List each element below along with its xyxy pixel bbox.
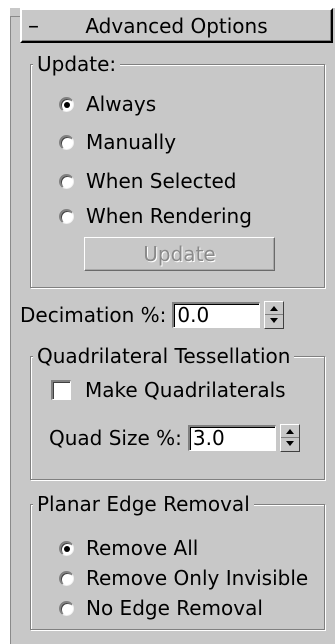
spinner-divider <box>280 437 299 438</box>
quad-size-label: Quad Size %: <box>49 426 182 450</box>
planar-group-legend: Planar Edge Removal <box>33 491 254 517</box>
remove-only-invisible-label: Remove Only Invisible <box>86 566 309 590</box>
radio-checked-icon[interactable] <box>59 96 74 112</box>
update-group: Update: Always Manually When Selected Wh… <box>30 51 325 288</box>
planar-edge-removal-group: Planar Edge Removal Remove All Remove On… <box>30 491 325 630</box>
quad-size-spinner-arrows[interactable] <box>279 424 300 452</box>
decimation-spinner-arrows[interactable] <box>264 301 285 329</box>
update-manually-label: Manually <box>86 130 177 154</box>
no-edge-removal-radio[interactable]: No Edge Removal <box>59 595 263 621</box>
remove-only-invisible-radio[interactable]: Remove Only Invisible <box>59 565 308 591</box>
decimation-input[interactable]: 0.0 <box>172 302 261 328</box>
remove-all-radio[interactable]: Remove All <box>59 535 198 561</box>
update-when-selected-radio[interactable]: When Selected <box>59 168 237 194</box>
radio-unchecked-icon[interactable] <box>59 208 74 224</box>
update-when-selected-label: When Selected <box>86 169 237 193</box>
update-button[interactable]: Update <box>84 237 275 271</box>
radio-unchecked-icon[interactable] <box>59 173 74 189</box>
update-when-rendering-radio[interactable]: When Rendering <box>59 203 252 229</box>
arrow-up-icon[interactable] <box>270 306 279 311</box>
radio-unchecked-icon[interactable] <box>59 570 74 586</box>
update-manually-radio[interactable]: Manually <box>59 129 176 155</box>
update-when-rendering-label: When Rendering <box>86 204 252 228</box>
update-group-legend: Update: <box>33 51 121 77</box>
quad-group-legend: Quadrilateral Tessellation <box>33 343 295 369</box>
decimation-spinner: Decimation %: 0.0 <box>20 298 285 332</box>
radio-checked-icon[interactable] <box>59 540 74 556</box>
quad-size-input[interactable]: 3.0 <box>187 425 276 451</box>
remove-all-label: Remove All <box>86 536 199 560</box>
update-always-radio[interactable]: Always <box>59 91 156 117</box>
rollout-border <box>10 16 11 644</box>
quad-size-spinner: Quad Size %: 3.0 <box>49 421 300 455</box>
no-edge-removal-label: No Edge Removal <box>86 596 263 620</box>
checkbox-unchecked-icon[interactable] <box>51 380 71 400</box>
arrow-up-icon[interactable] <box>285 429 294 434</box>
make-quadrilaterals-label: Make Quadrilaterals <box>85 378 286 402</box>
quadrilateral-tessellation-group: Quadrilateral Tessellation Make Quadrila… <box>30 343 325 480</box>
spinner-divider <box>265 314 284 315</box>
rollout-title: Advanced Options <box>85 14 268 38</box>
radio-unchecked-icon[interactable] <box>59 600 74 616</box>
arrow-down-icon[interactable] <box>270 318 279 323</box>
decimation-label: Decimation %: <box>20 303 167 327</box>
arrow-down-icon[interactable] <box>285 441 294 446</box>
make-quadrilaterals-checkbox[interactable]: Make Quadrilaterals <box>51 377 286 403</box>
radio-unchecked-icon[interactable] <box>59 134 74 150</box>
update-always-label: Always <box>86 92 157 116</box>
rollout-header[interactable]: – Advanced Options <box>20 8 333 43</box>
